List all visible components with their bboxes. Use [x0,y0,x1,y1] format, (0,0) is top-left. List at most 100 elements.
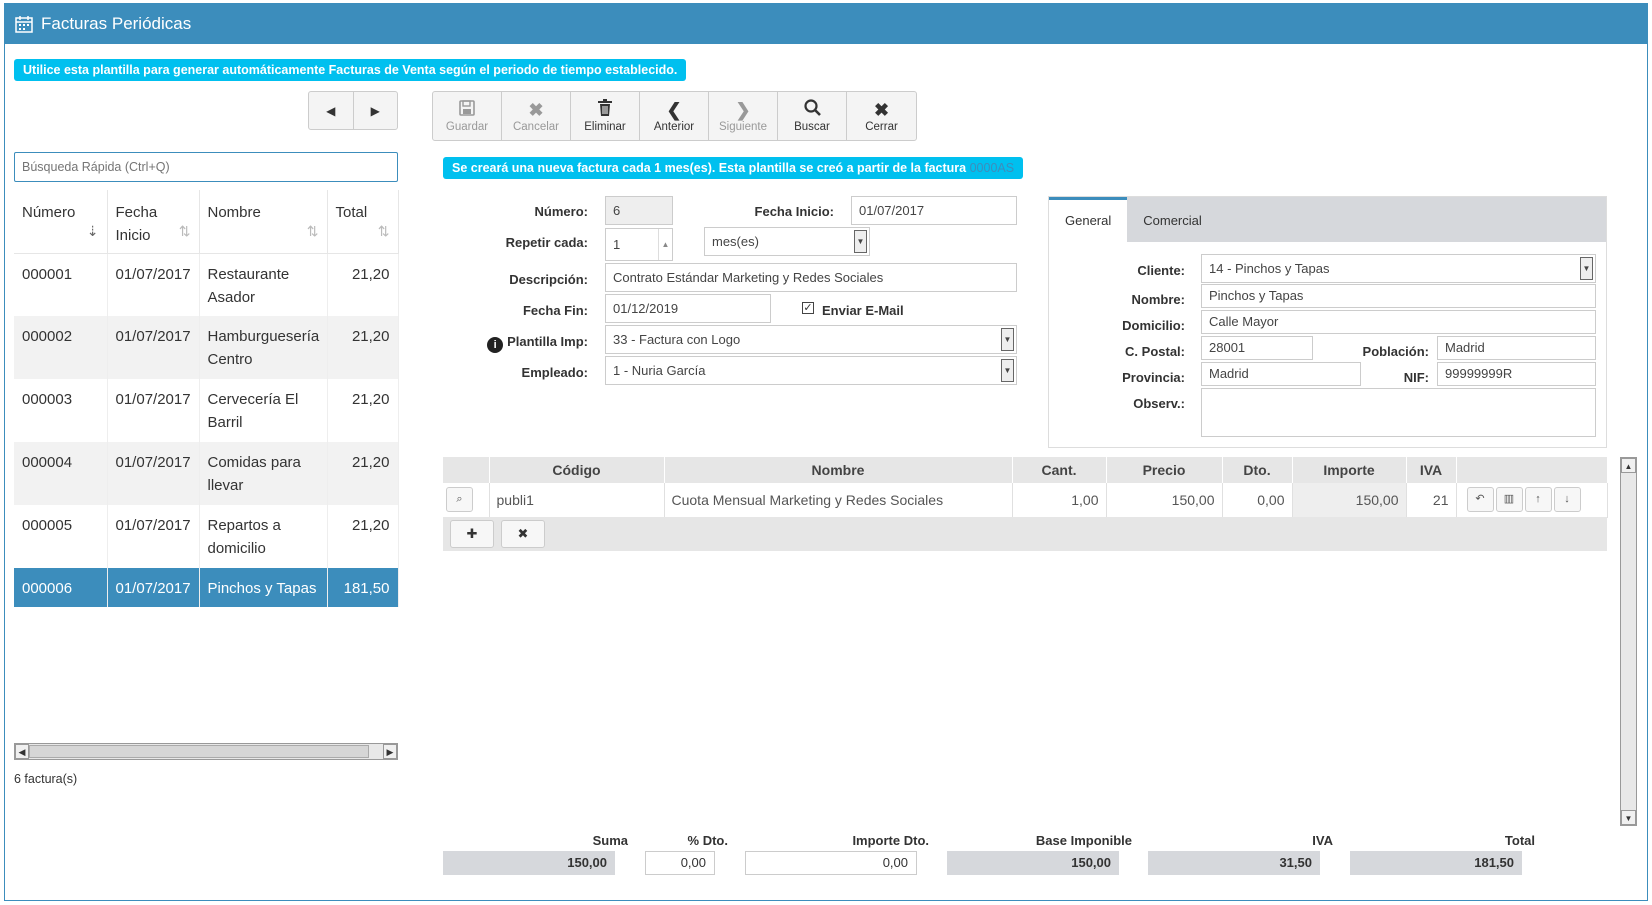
scroll-thumb[interactable] [29,745,369,758]
cell-cant[interactable]: 1,00 [1012,483,1107,518]
nif-field[interactable]: 99999999R [1437,362,1596,386]
chevron-down-icon[interactable]: ▼ [1001,359,1014,382]
iva-label: IVA [1312,833,1333,848]
cpostal-label: C. Postal: [1125,344,1185,359]
col-nombre: Nombre [664,457,1013,483]
prev-record-button[interactable]: ◀ [309,92,354,129]
cell-numero: 000005 [14,505,108,568]
cell-numero: 000003 [14,379,108,442]
cell-numero: 000001 [14,253,108,316]
cell-iva[interactable]: 21 [1406,483,1457,518]
chevron-down-icon[interactable]: ▼ [662,260,670,261]
cell-fecha: 01/07/2017 [107,505,200,568]
iva-value: 31,50 [1148,851,1320,875]
undo-icon[interactable]: ↶ [1466,487,1494,513]
cell-total: 21,20 [327,442,399,505]
cancel-button[interactable]: ✖ Cancelar [502,92,571,140]
poblacion-field[interactable]: Madrid [1437,336,1596,360]
col-total[interactable]: Total ⇅ [327,190,399,254]
col-fecha-inicio[interactable]: Fecha Inicio ⇅ [107,190,200,254]
fecha-fin-label: Fecha Fin: [522,303,588,318]
scroll-up-icon[interactable]: ▲ [1621,458,1636,473]
cell-numero: 000002 [14,316,108,379]
cell-dto[interactable]: 0,00 [1222,483,1293,518]
chevron-up-icon[interactable]: ▲ [662,229,670,260]
cell-total: 21,20 [327,253,399,316]
cell-fecha: 01/07/2017 [107,568,200,607]
chevron-down-icon[interactable]: ▼ [1580,257,1593,280]
cell-total: 21,20 [327,505,399,568]
chevron-down-icon[interactable]: ▼ [854,230,867,253]
previous-button[interactable]: ❮ Anterior [640,92,709,140]
list-horizontal-scrollbar[interactable]: ◀ ▶ [14,743,398,760]
col-cant: Cant. [1012,457,1107,483]
pdto-label: % Dto. [687,833,728,848]
caret-right-icon: ▶ [370,103,380,118]
close-button[interactable]: ✖ Cerrar [847,92,916,140]
arrow-down-icon[interactable]: ↓ [1553,487,1581,513]
spinner-arrows[interactable]: ▲▼ [658,229,672,260]
email-checkbox[interactable]: ✓ [802,302,814,314]
table-row[interactable]: 000004 01/07/2017 Comidas para llevar 21… [14,442,399,505]
empleado-select[interactable]: 1 - Nuria García ▼ [605,356,1017,385]
table-row[interactable]: 000003 01/07/2017 Cervecería El Barril 2… [14,379,399,442]
table-row[interactable]: 000002 01/07/2017 Hamburguesería Centro … [14,316,399,379]
search-button[interactable]: Buscar [778,92,847,140]
table-row-selected[interactable]: 000006 01/07/2017 Pinchos y Tapas 181,50 [14,568,399,607]
remove-line-button[interactable]: ✖ [501,520,545,548]
col-numero[interactable]: Número ⇣ [14,190,108,254]
info-icon[interactable]: i [487,337,504,353]
fecha-fin-field[interactable]: 01/12/2019 [605,294,771,323]
provincia-label: Provincia: [1122,370,1185,385]
scroll-right-icon[interactable]: ▶ [383,744,397,759]
trash-icon [597,99,613,121]
cell-nombre[interactable]: Cuota Mensual Marketing y Redes Sociales [664,483,1013,518]
cell-precio[interactable]: 150,00 [1106,483,1223,518]
table-row[interactable]: 000005 01/07/2017 Repartos a domicilio 2… [14,505,399,568]
col-precio: Precio [1106,457,1223,483]
cpostal-field[interactable]: 28001 [1201,336,1313,360]
scroll-left-icon[interactable]: ◀ [15,744,29,759]
delete-button[interactable]: Eliminar [571,92,640,140]
search-icon[interactable]: ⌕ [446,487,473,513]
provincia-field[interactable]: Madrid [1201,362,1361,386]
invoice-lines-table: Código Nombre Cant. Precio Dto. Importe … [443,457,1608,518]
fecha-inicio-field[interactable]: 01/07/2017 [851,196,1017,225]
sort-icon: ⇅ [306,222,319,239]
trash-icon[interactable]: ▥ [1495,487,1523,513]
plantilla-select[interactable]: 33 - Factura con Logo ▼ [605,325,1017,354]
lines-actions-bar: ✚ ✖ [443,517,1607,551]
tab-comercial[interactable]: Comercial [1127,197,1218,242]
cell-fecha: 01/07/2017 [107,316,200,379]
tab-general[interactable]: General [1049,197,1128,242]
observ-textarea[interactable] [1201,388,1596,437]
save-button[interactable]: Guardar [433,92,502,140]
pdto-input[interactable]: 0,00 [645,851,715,875]
cell-codigo[interactable]: publi1 [489,483,665,518]
table-row[interactable]: 000001 01/07/2017 Restaurante Asador 21,… [14,253,399,316]
chevron-down-icon[interactable]: ▼ [1001,328,1014,351]
cliente-select[interactable]: 14 - Pinchos y Tapas ▼ [1201,254,1596,283]
lines-vertical-scrollbar[interactable]: ▲ ▼ [1620,457,1637,826]
domicilio-field[interactable]: Calle Mayor [1201,310,1596,334]
nombre-field[interactable]: Pinchos y Tapas [1201,284,1596,308]
template-notice: Se creará una nueva factura cada 1 mes(e… [443,157,1024,179]
next-button[interactable]: ❯ Siguiente [709,92,778,140]
scroll-down-icon[interactable]: ▼ [1621,810,1636,825]
total-label: Total [1504,833,1535,848]
col-nombre[interactable]: Nombre ⇅ [199,190,328,254]
source-invoice-link[interactable]: 0000AS [970,161,1014,175]
cell-nombre: Restaurante Asador [199,253,328,316]
calendar-icon [15,15,33,33]
next-record-button[interactable]: ▶ [354,92,398,129]
arrow-up-icon[interactable]: ↑ [1524,487,1552,513]
quick-search-input[interactable] [14,152,398,182]
idto-input[interactable]: 0,00 [745,851,917,875]
numero-field[interactable]: 6 [605,196,673,225]
descripcion-field[interactable]: Contrato Estándar Marketing y Redes Soci… [605,263,1017,292]
repetir-stepper[interactable]: 1 ▲▼ [605,228,673,261]
sort-desc-icon: ⇣ [86,222,99,239]
add-line-button[interactable]: ✚ [450,520,494,548]
base-label: Base Imponible [1035,833,1132,848]
periodo-select[interactable]: mes(es) ▼ [704,227,870,256]
